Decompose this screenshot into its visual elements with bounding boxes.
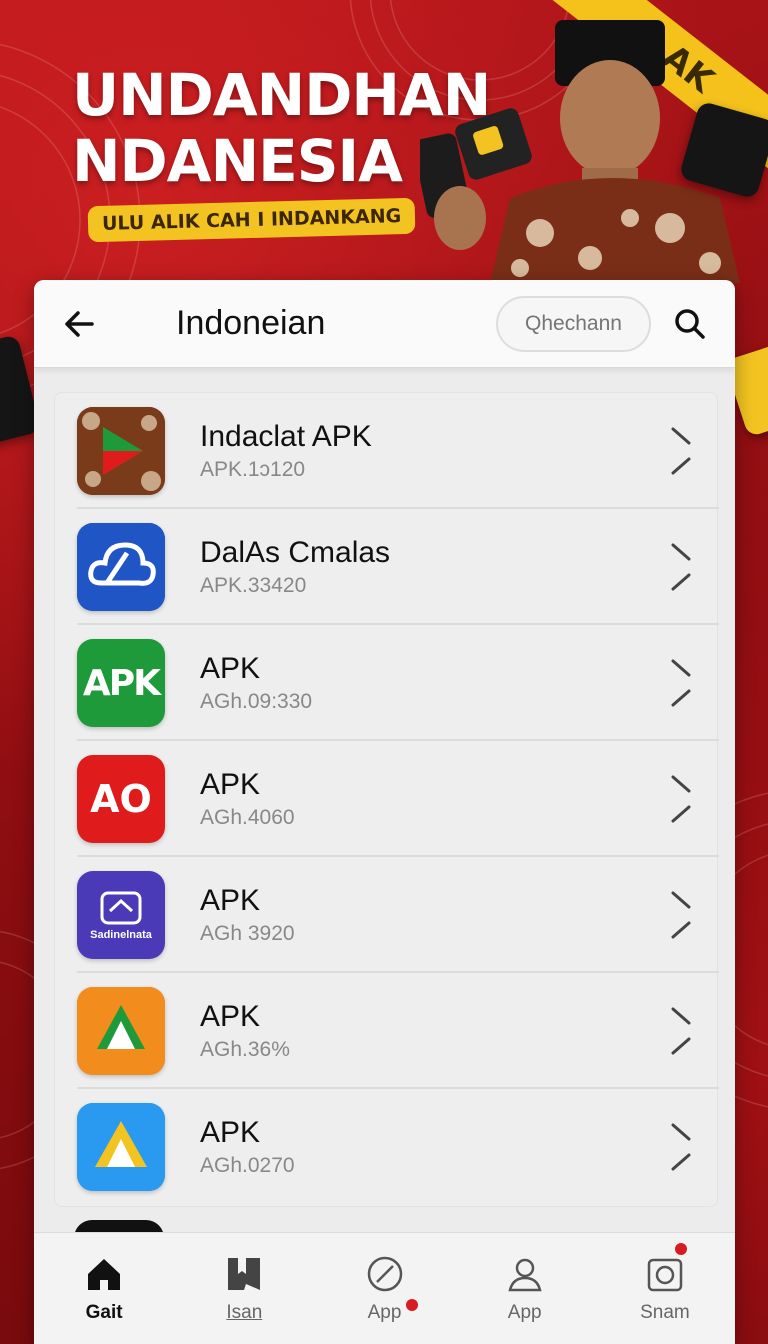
nav-item-home[interactable]: Gait	[34, 1233, 174, 1344]
list-item[interactable]: DalAs Cmalas APK.33420	[55, 509, 719, 625]
app-title: DalAs Cmalas	[200, 536, 391, 569]
app-title: APK	[200, 652, 261, 685]
mask-icon: Sadinelnata	[77, 871, 165, 959]
app-title: APK	[200, 884, 261, 917]
nav-label: Gait	[85, 1301, 123, 1323]
nav-item-camera[interactable]: Snam	[595, 1233, 735, 1344]
drive-icon	[77, 987, 165, 1075]
app-version: APK.1ɔ120	[200, 458, 306, 481]
chevron-right-icon	[671, 891, 691, 939]
search-input[interactable]	[496, 295, 651, 352]
app-title: APK	[200, 1000, 261, 1033]
home-icon	[88, 1258, 121, 1290]
app-title: APK	[200, 1116, 261, 1149]
chevron-right-icon	[671, 543, 691, 591]
batik-play-icon	[77, 407, 165, 495]
app-version: AGh.09:330	[200, 690, 313, 713]
hero-subtitle: ULU ALIK CAH I INDANKANG	[87, 197, 416, 243]
nav-label: Isan	[226, 1301, 263, 1323]
apk-text-icon: APK	[77, 639, 165, 727]
app-panel: Indoneian Indaclat APK APK.1ɔ120	[34, 280, 735, 1344]
ao-chat-icon: AO	[77, 755, 165, 843]
compass-icon	[367, 1256, 402, 1291]
nav-item-explore[interactable]: App	[314, 1233, 454, 1344]
arrow-left-icon	[65, 310, 94, 337]
app-list: Indaclat APK APK.1ɔ120 DalAs Cmalas APK.…	[54, 392, 719, 1207]
list-item[interactable]: AO APK AGh.4060	[55, 741, 719, 857]
bottom-navigation: Gait Isan App App Snam	[34, 1232, 735, 1344]
chevron-right-icon	[671, 775, 691, 823]
chevron-right-icon	[671, 1123, 691, 1171]
chevron-right-icon	[671, 659, 691, 707]
chevron-right-icon	[671, 1007, 691, 1055]
search-icon	[675, 308, 705, 339]
nav-label: App	[367, 1301, 402, 1323]
search-button[interactable]	[665, 299, 715, 349]
list-item[interactable]: APK AGh.0270	[55, 1089, 719, 1205]
person-icon	[508, 1258, 542, 1291]
chevron-right-icon	[671, 427, 691, 475]
book-icon	[228, 1257, 261, 1290]
app-title: Indaclat APK	[200, 420, 372, 453]
app-version: AGh.36%	[200, 1038, 290, 1061]
list-item[interactable]: Sadinelnata APK AGh 3920	[55, 857, 719, 973]
app-version: AGh.4060	[200, 806, 295, 829]
camera-icon	[647, 1258, 683, 1291]
app-title: APK	[200, 768, 261, 801]
nav-label: Snam	[640, 1301, 690, 1323]
notification-dot	[674, 1243, 687, 1255]
nav-label: App	[507, 1301, 542, 1323]
back-button[interactable]	[54, 299, 104, 349]
nav-item-library[interactable]: Isan	[174, 1233, 419, 1344]
list-item[interactable]: APK APK AGh.09:330	[55, 625, 719, 741]
list-item[interactable]: APK AGh.36%	[55, 973, 719, 1089]
app-version: APK.33420	[200, 574, 307, 597]
drive-blue-icon	[77, 1103, 165, 1191]
top-bar: Indoneian	[34, 280, 735, 368]
mask-icon-text: Sadinelnata	[90, 929, 152, 941]
list-item[interactable]: Indaclat APK APK.1ɔ120	[55, 393, 719, 509]
apk-icon-text: APK	[82, 662, 161, 704]
cloud-icon	[77, 523, 165, 611]
app-version: AGh.0270	[200, 1154, 295, 1177]
page-title: Indoneian	[176, 304, 326, 342]
nav-item-profile[interactable]: App	[455, 1233, 595, 1344]
ao-icon-text: AO	[90, 777, 152, 821]
app-version: AGh 3920	[200, 922, 295, 945]
